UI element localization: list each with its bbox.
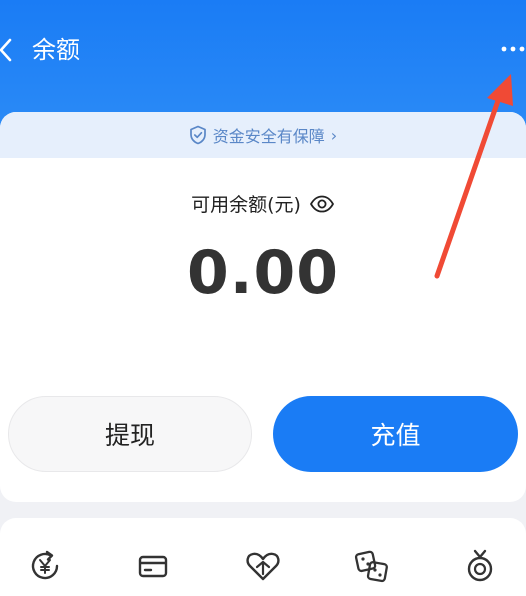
more-dots-icon — [501, 46, 525, 52]
eye-toggle-button[interactable] — [309, 195, 335, 213]
safety-banner[interactable]: 资金安全有保障 › — [0, 112, 526, 158]
more-button[interactable] — [498, 36, 526, 62]
nav-bar: 余额 — [0, 0, 526, 100]
shield-icon — [189, 125, 206, 145]
page-title: 余额 — [32, 36, 80, 64]
safety-text: 资金安全有保障 — [212, 127, 325, 146]
balance-value: 0.00 — [186, 238, 340, 308]
balance-label: 可用余额(元) — [191, 194, 301, 216]
balance-card: 资金安全有保障 › 可用余额(元) 0.00 提现 充值 — [0, 112, 526, 502]
chevron-left-icon — [0, 38, 12, 62]
chevron-right-icon: › — [330, 125, 338, 145]
eye-icon — [310, 195, 334, 212]
dice-icon[interactable] — [352, 546, 392, 586]
withdraw-button[interactable]: 提现 — [8, 396, 252, 472]
back-button[interactable] — [0, 30, 18, 70]
bottom-toolbar — [0, 518, 526, 596]
recharge-button[interactable]: 充值 — [273, 396, 518, 472]
yuan-refresh-icon[interactable] — [25, 546, 65, 586]
balance-label-row: 可用余额(元) — [0, 190, 526, 217]
card-icon[interactable] — [133, 546, 173, 586]
medal-icon[interactable] — [460, 546, 500, 586]
heart-icon[interactable] — [243, 546, 283, 586]
